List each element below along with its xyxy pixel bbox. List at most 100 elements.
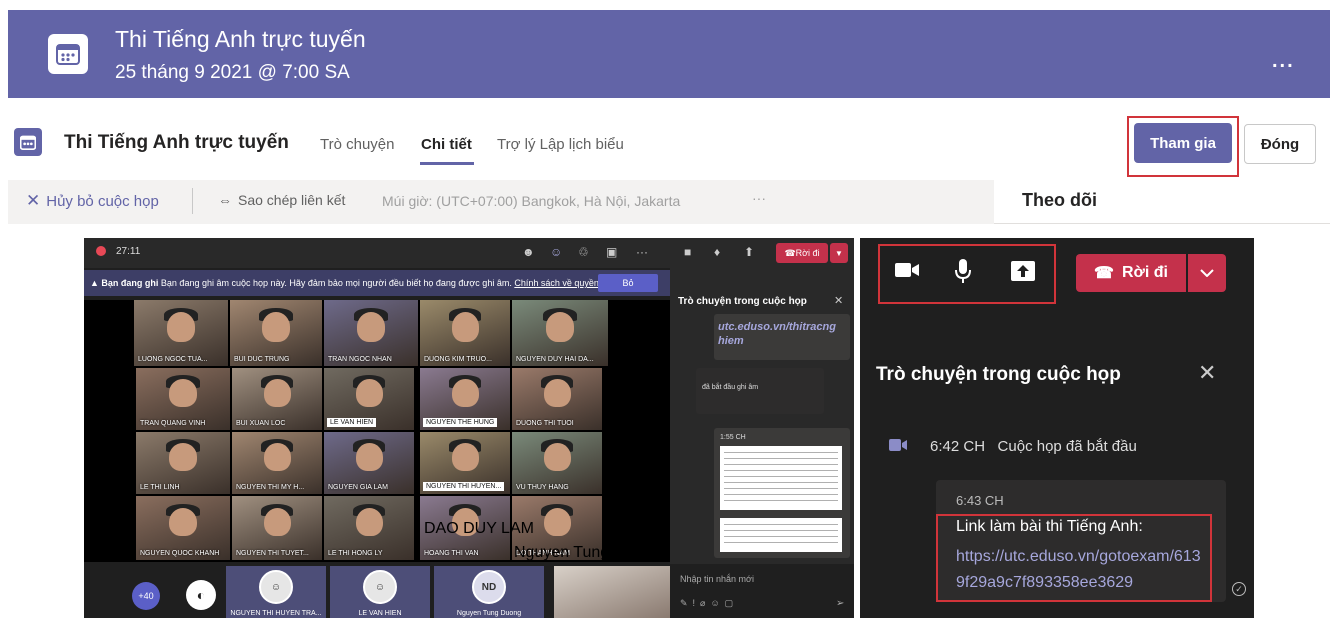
participant-name: NGUYEN DUY HAI DA... bbox=[516, 356, 594, 363]
participant-name: NGUYEN THI MY H... bbox=[236, 484, 305, 491]
mic-icon[interactable]: ♦ bbox=[714, 245, 720, 259]
tab-chat[interactable]: Trò chuyện bbox=[320, 136, 394, 153]
calendar-icon bbox=[48, 34, 88, 74]
calendar-icon bbox=[14, 128, 42, 156]
warning-icon: ▲ bbox=[90, 278, 102, 288]
tab-scheduling-assistant[interactable]: Trợ lý Lập lịch biểu bbox=[497, 136, 624, 153]
meeting-timer: 27:11 bbox=[116, 246, 141, 257]
link-icon: ⇔ bbox=[218, 192, 232, 208]
participant-name: VU THUY HANG bbox=[516, 484, 569, 491]
person-figure bbox=[451, 443, 479, 472]
more-icon[interactable]: ··· bbox=[636, 245, 648, 259]
person-figure bbox=[355, 507, 383, 537]
chat-message: đã bắt đầu ghi âm bbox=[696, 368, 824, 414]
leave-button[interactable]: ☎ Rời đi bbox=[776, 243, 828, 263]
mic-icon[interactable] bbox=[954, 258, 972, 290]
person-figure bbox=[355, 443, 383, 472]
meeting-chat-panel: Trò chuyện trong cuộc họp ✕ utc.eduso.vn… bbox=[670, 268, 854, 618]
leave-options-button[interactable]: ▼ bbox=[830, 243, 848, 263]
chat-link[interactable]: utc.eduso.vn/thitracng hiem bbox=[718, 320, 848, 348]
person-figure bbox=[263, 507, 291, 537]
person-figure bbox=[168, 379, 198, 408]
camera-icon[interactable]: ■ bbox=[684, 245, 691, 259]
participant-video-tile: NGUYEN THI MY H... bbox=[232, 432, 322, 494]
meeting-screenshot: 27:11 ☻ ☺ ♲ ▣ ··· ■ ♦ ⬆ ☎ Rời đi ▼ ▲ Bạn… bbox=[84, 238, 854, 618]
chat-panel-title: Trò chuyện trong cuộc họp bbox=[876, 364, 1121, 385]
cancel-meeting-button[interactable]: ✕ Hủy bỏ cuộc họp bbox=[26, 191, 159, 211]
participant-name: BUI XUAN LOC bbox=[236, 420, 286, 427]
compose-tools-icons[interactable]: ✎!⌀☺▢ bbox=[680, 598, 738, 609]
participant-avatar[interactable]: ◐ bbox=[186, 580, 216, 610]
person-figure bbox=[168, 443, 198, 472]
participant-name: NGUYEN THI HUYEN... bbox=[423, 482, 505, 491]
participant-video-tile: NGUYEN GIA LAM bbox=[324, 432, 414, 494]
meeting-started-icon bbox=[888, 436, 908, 459]
avatar: ND bbox=[472, 570, 506, 604]
participant-name: HOANG THI VAN bbox=[424, 550, 479, 557]
send-icon[interactable]: ➢ bbox=[836, 598, 844, 609]
banner-title: Thi Tiếng Anh trực tuyến bbox=[115, 26, 366, 52]
close-button[interactable]: Đóng bbox=[1244, 124, 1316, 164]
participant-tile: ☺ LE VAN HIEN bbox=[330, 566, 430, 618]
leave-button[interactable]: ☎ Rời đi bbox=[1076, 254, 1186, 292]
person-figure bbox=[543, 379, 571, 408]
person-figure bbox=[263, 443, 291, 472]
person-figure bbox=[543, 443, 571, 472]
participant-video-tile: NGUYEN THI TUYET... bbox=[232, 496, 322, 560]
copy-link-button[interactable]: ⇔ Sao chép liên kết bbox=[218, 192, 345, 208]
more-participants-badge[interactable]: +40 bbox=[132, 582, 160, 610]
share-icon[interactable]: ⬆ bbox=[744, 245, 754, 259]
meeting-banner: Thi Tiếng Anh trực tuyến 25 tháng 9 2021… bbox=[8, 10, 1330, 98]
participant-video-tile: TRAN NGOC NHAN bbox=[324, 300, 418, 366]
participant-video-tile: NGUYEN QUOC KHANH bbox=[136, 496, 230, 560]
tab-details[interactable]: Chi tiết bbox=[421, 136, 472, 153]
follow-title: Theo dõi bbox=[1022, 190, 1097, 210]
presenter-video bbox=[554, 566, 670, 618]
more-options-button[interactable]: ... bbox=[1272, 50, 1295, 73]
message-input[interactable]: Nhập tin nhắn mới bbox=[680, 574, 754, 584]
exam-link[interactable]: https://utc.eduso.vn/gotoexam/6139f29a9c… bbox=[956, 544, 1206, 596]
participant-video-tile: LE VAN HIEN bbox=[324, 368, 414, 430]
reactions-icon[interactable]: ♲ bbox=[578, 245, 589, 259]
rooms-icon[interactable]: ▣ bbox=[606, 245, 617, 259]
participant-name: NGUYEN QUOC KHANH bbox=[140, 550, 220, 557]
participant-name: TRAN NGOC NHAN bbox=[328, 356, 392, 363]
toolbar-more-button[interactable]: ··· bbox=[752, 190, 766, 206]
participant-video-tile: LE THI LINH bbox=[136, 432, 230, 494]
person-figure bbox=[168, 507, 198, 537]
chat-message: 1:55 CH bbox=[714, 428, 850, 558]
close-icon[interactable]: ✕ bbox=[1198, 360, 1216, 386]
camera-icon[interactable] bbox=[894, 260, 920, 286]
leave-options-button[interactable] bbox=[1188, 254, 1226, 292]
timezone-selector[interactable]: Múi giờ: (UTC+07:00) Bangkok, Hà Nội, Ja… bbox=[382, 193, 680, 209]
participant-video-tile: LE THI HONG LY bbox=[324, 496, 414, 560]
participant-video-tile: BUI DUC TRUNG bbox=[230, 300, 322, 366]
chat-icon[interactable]: ☺ bbox=[550, 245, 562, 259]
participant-video-tile: VU THUY HANG bbox=[512, 432, 602, 494]
participant-name: BUI DUC TRUNG bbox=[234, 356, 290, 363]
read-receipt-icon: ✓ bbox=[1232, 582, 1246, 596]
image-attachment[interactable] bbox=[720, 518, 842, 552]
meeting-control-bar bbox=[84, 238, 854, 268]
share-screen-icon[interactable] bbox=[1010, 260, 1036, 288]
dismiss-warning-button[interactable]: Bỏ bbox=[598, 274, 658, 292]
person-figure bbox=[543, 507, 571, 537]
join-button[interactable]: Tham gia bbox=[1134, 123, 1232, 163]
participant-video-tile: DUONG KIM TRUO... bbox=[420, 300, 510, 366]
chat-panel-title: Trò chuyện trong cuộc họp bbox=[678, 296, 807, 307]
message-time: 6:43 CH bbox=[956, 493, 1004, 508]
person-figure bbox=[355, 379, 383, 408]
meeting-title: Thi Tiếng Anh trực tuyến bbox=[64, 132, 289, 153]
participant-name: NGUYEN THE HUNG bbox=[423, 418, 498, 427]
close-icon[interactable]: ✕ bbox=[834, 294, 843, 307]
participant-name: NGUYEN GIA LAM bbox=[328, 484, 388, 491]
participant-name: DUONG THI TUOI bbox=[516, 420, 574, 427]
person-figure bbox=[166, 311, 196, 342]
banner-date: 25 tháng 9 2021 @ 7:00 SA bbox=[115, 62, 350, 83]
toolbar-divider bbox=[192, 188, 193, 214]
participant-video-tile: NGUYEN THE HUNG bbox=[420, 368, 510, 430]
image-attachment[interactable] bbox=[720, 446, 842, 510]
participant-name: DAO DUY LAM bbox=[424, 520, 534, 537]
participant-name: TRAN QUANG VINH bbox=[140, 420, 206, 427]
participants-icon[interactable]: ☻ bbox=[522, 245, 535, 259]
